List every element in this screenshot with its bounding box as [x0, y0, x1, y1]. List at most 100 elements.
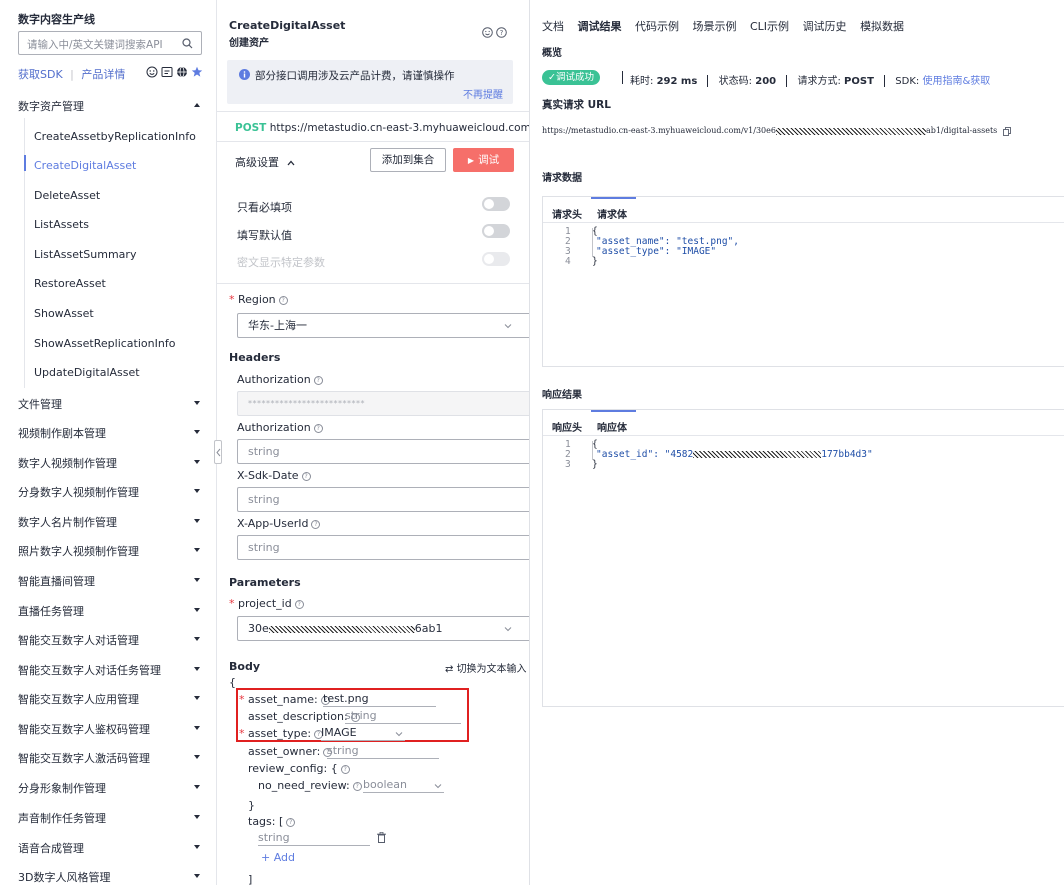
sidebar-group-auth-code[interactable]: 智能交互数字人鉴权码管理 — [18, 721, 210, 736]
chevron-down-icon — [395, 732, 403, 737]
smile-icon[interactable] — [146, 66, 158, 78]
sidebar-item-deleteasset[interactable]: DeleteAsset — [34, 189, 100, 202]
help-icon[interactable]: ? — [301, 471, 311, 481]
tab-docs[interactable]: 文档 — [542, 20, 564, 33]
debug-button[interactable]: ▶ 调试 — [453, 148, 514, 172]
help-icon[interactable]: ? — [286, 817, 296, 827]
tab-request-body[interactable]: 请求体 — [597, 206, 627, 221]
tab-code-sample[interactable]: 代码示例 — [635, 20, 679, 33]
sidebar-item-showassetreplicationinfo[interactable]: ShowAssetReplicationInfo — [34, 337, 175, 350]
divider — [217, 111, 529, 112]
sidebar-item-createassetbyreplicationinfo[interactable]: CreateAssetbyReplicationInfo — [34, 130, 196, 143]
api-search-input[interactable]: 请输入中/英文关键词搜索API — [18, 31, 202, 55]
sidebar-group-clone-video[interactable]: 分身数字人视频制作管理 — [18, 484, 210, 499]
dismiss-notice-link[interactable]: 不再提醒 — [463, 86, 503, 101]
tab-request-headers[interactable]: 请求头 — [552, 206, 582, 221]
sidebar-group-card[interactable]: 数字人名片制作管理 — [18, 514, 210, 529]
sdk-date-input[interactable]: string — [237, 487, 529, 512]
sidebar-item-showasset[interactable]: ShowAsset — [34, 307, 94, 320]
tab-response-headers[interactable]: 响应头 — [552, 419, 582, 434]
asset-owner-input[interactable]: string — [327, 744, 439, 759]
tab-debug-result[interactable]: 调试结果 — [578, 20, 622, 33]
star-icon[interactable] — [191, 66, 203, 78]
tab-response-body[interactable]: 响应体 — [597, 419, 627, 434]
help-icon[interactable]: ? — [311, 519, 321, 529]
url-prefix: https://metastudio.cn-east-3.myhuaweiclo… — [542, 126, 776, 135]
no-need-review-select[interactable]: boolean — [363, 778, 444, 793]
fill-default-toggle[interactable] — [482, 224, 510, 238]
switch-text-input[interactable]: ⇄ 切换为文本输入 — [445, 660, 527, 675]
help-icon[interactable]: ? — [313, 423, 323, 433]
help-icon[interactable]: ? — [313, 375, 323, 385]
sidebar-group-file[interactable]: 文件管理 — [18, 396, 210, 411]
asset-description-input[interactable]: string — [345, 709, 461, 724]
get-sdk-link[interactable]: 获取SDK — [18, 68, 63, 81]
add-tag-button[interactable]: + Add — [261, 851, 295, 864]
url-suffix: ab1/digital-assets — [925, 126, 998, 135]
expand-icon — [194, 785, 200, 789]
help-icon[interactable]: ? — [278, 295, 288, 305]
swap-icon: ⇄ — [445, 664, 457, 675]
authorization-placeholder: string — [248, 445, 280, 458]
sidebar-item-listassets[interactable]: ListAssets — [34, 218, 89, 231]
sidebar-group-clone-model[interactable]: 分身形象制作管理 — [18, 780, 210, 795]
sidebar-item-createdigitalasset[interactable]: CreateDigitalAsset — [34, 159, 136, 172]
sidebar-group-label: 数字人视频制作管理 — [18, 457, 117, 470]
trash-icon[interactable] — [377, 832, 386, 843]
sidebar-group-voice[interactable]: 声音制作任务管理 — [18, 810, 210, 825]
tab-scenario[interactable]: 场景示例 — [693, 20, 737, 33]
search-icon[interactable] — [182, 38, 193, 49]
redacted-mask — [268, 625, 415, 633]
authorization-input[interactable]: string — [237, 439, 529, 464]
asset-type-key: asset_type: — [248, 727, 312, 740]
mask-params-toggle — [482, 252, 510, 266]
tags-item-placeholder: string — [258, 831, 290, 844]
asset-type-select[interactable]: IMAGE — [321, 726, 405, 741]
response-title: 响应结果 — [542, 390, 582, 401]
body-title: Body — [229, 660, 260, 673]
redacted-mask — [693, 451, 822, 458]
tab-mock[interactable]: 模拟数据 — [860, 20, 904, 33]
advanced-settings-toggle[interactable]: 高级设置 — [235, 154, 295, 170]
project-id-select[interactable]: 30e 6ab1 — [237, 616, 529, 641]
divider — [543, 435, 1064, 436]
sidebar-group-dialog-task[interactable]: 智能交互数字人对话任务管理 — [18, 662, 210, 677]
tags-item-input[interactable]: string — [258, 831, 370, 846]
feedback-icon[interactable] — [161, 66, 173, 78]
copy-icon[interactable] — [1002, 126, 1011, 136]
sidebar-group-app[interactable]: 智能交互数字人应用管理 — [18, 691, 210, 706]
help-icon[interactable]: ? — [496, 27, 507, 38]
sidebar-item-updatedigitalasset[interactable]: UpdateDigitalAsset — [34, 366, 140, 379]
sidebar-group-live-room[interactable]: 智能直播间管理 — [18, 573, 210, 588]
add-to-collection-button[interactable]: 添加到集合 — [370, 148, 446, 172]
sdk-guide-link[interactable]: 使用指南&获取 — [922, 76, 990, 87]
smile-icon[interactable] — [482, 27, 493, 38]
help-icon[interactable]: ? — [294, 599, 304, 609]
required-only-toggle[interactable] — [482, 197, 510, 211]
product-detail-link[interactable]: 产品详情 — [81, 68, 125, 81]
region-select[interactable]: 华东-上海一 — [237, 313, 529, 338]
sidebar-group-live-task[interactable]: 直播任务管理 — [18, 603, 210, 618]
help-icon[interactable]: ? — [352, 781, 362, 791]
sidebar-group-tts[interactable]: 语音合成管理 — [18, 840, 210, 855]
sidebar-group-video[interactable]: 数字人视频制作管理 — [18, 455, 210, 470]
real-url-title: 真实请求 URL — [542, 99, 611, 111]
sdk-date-label: X-Sdk-Date — [237, 469, 299, 482]
sidebar-group-activation-code[interactable]: 智能交互数字人激活码管理 — [18, 750, 210, 765]
app-user-id-input[interactable]: string — [237, 535, 529, 560]
asset-name-input[interactable]: test.png — [323, 692, 436, 707]
sidebar-item-listassetsummary[interactable]: ListAssetSummary — [34, 248, 136, 261]
tab-history[interactable]: 调试历史 — [803, 20, 847, 33]
sidebar-group-digital-asset[interactable]: 数字资产管理 — [18, 98, 210, 113]
sidebar-group-script[interactable]: 视频制作剧本管理 — [18, 425, 210, 440]
sidebar-item-restoreasset[interactable]: RestoreAsset — [34, 277, 106, 290]
status-label: 状态码: — [718, 76, 753, 87]
help-icon[interactable]: ? — [340, 764, 350, 774]
sidebar-group-3d-style[interactable]: 3D数字人风格管理 — [18, 869, 210, 884]
tags-key: tags: [ — [248, 815, 284, 828]
globe-icon[interactable] — [176, 66, 188, 78]
sidebar-group-photo[interactable]: 照片数字人视频制作管理 — [18, 543, 210, 558]
divider — [786, 75, 788, 87]
sidebar-group-dialog[interactable]: 智能交互数字人对话管理 — [18, 632, 210, 647]
tab-cli[interactable]: CLI示例 — [750, 20, 789, 33]
